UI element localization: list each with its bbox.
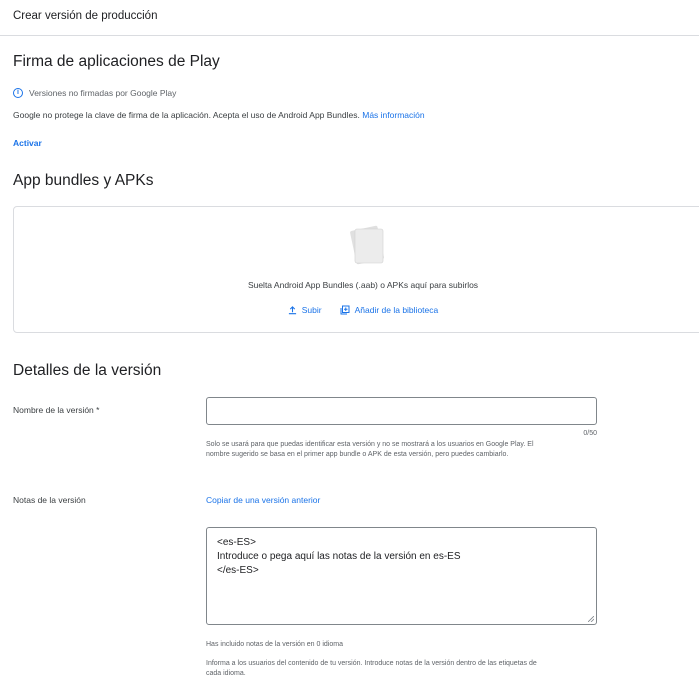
bundles-heading: App bundles y APKs bbox=[13, 172, 154, 189]
signing-heading: Firma de aplicaciones de Play bbox=[13, 53, 220, 70]
notes-help-line-1: Informa a los usuarios del contenido de … bbox=[206, 660, 537, 667]
library-icon bbox=[340, 305, 350, 315]
notes-line-3: </es-ES> bbox=[217, 565, 259, 576]
page-title: Crear versión de producción bbox=[13, 10, 158, 22]
notes-language-count: Has incluido notas de la versión en 0 id… bbox=[206, 641, 343, 648]
release-name-help-line-1: Solo se usará para que puedas identifica… bbox=[206, 441, 534, 448]
release-name-help: Solo se usará para que puedas identifica… bbox=[206, 440, 534, 460]
release-name-input[interactable] bbox=[206, 397, 597, 425]
add-from-library-label: Añadir de la biblioteca bbox=[354, 305, 439, 315]
release-notes-textarea[interactable]: <es-ES> Introduce o pega aquí las notas … bbox=[206, 527, 597, 625]
add-from-library-button[interactable]: Añadir de la biblioteca bbox=[340, 305, 439, 315]
file-stack-icon bbox=[350, 225, 384, 265]
signing-status: i Versiones no firmadas por Google Play bbox=[13, 88, 176, 98]
release-name-label-text: Nombre de la versión bbox=[13, 405, 94, 415]
notes-help: Informa a los usuarios del contenido de … bbox=[206, 659, 537, 679]
drop-actions: Subir Añadir de la biblioteca bbox=[14, 305, 699, 315]
signing-description-text: Google no protege la clave de firma de l… bbox=[13, 110, 360, 120]
resize-handle-icon[interactable] bbox=[588, 616, 594, 622]
release-name-label: Nombre de la versión * bbox=[13, 405, 99, 415]
upload-icon bbox=[288, 305, 296, 314]
more-info-link[interactable]: Más información bbox=[362, 110, 424, 120]
drop-instructions: Suelta Android App Bundles (.aab) o APKs… bbox=[247, 280, 479, 290]
signing-status-text: Versiones no firmadas por Google Play bbox=[29, 88, 177, 98]
upload-dropzone[interactable]: Suelta Android App Bundles (.aab) o APKs… bbox=[13, 206, 699, 333]
info-icon: i bbox=[13, 88, 23, 98]
release-name-counter: 0/50 bbox=[583, 430, 597, 437]
release-name-help-line-2: nombre sugerido se basa en el primer app… bbox=[206, 451, 509, 458]
notes-help-line-2: cada idioma. bbox=[206, 670, 246, 677]
required-marker: * bbox=[96, 405, 100, 415]
release-notes-label: Notas de la versión bbox=[13, 495, 86, 505]
notes-line-1: <es-ES> bbox=[217, 537, 256, 548]
upload-button[interactable]: Subir bbox=[288, 305, 322, 315]
upload-label: Subir bbox=[301, 305, 322, 315]
signing-description: Google no protege la clave de firma de l… bbox=[13, 110, 425, 120]
header-divider bbox=[0, 35, 699, 36]
copy-previous-release-link[interactable]: Copiar de una versión anterior bbox=[206, 495, 320, 505]
notes-line-2: Introduce o pega aquí las notas de la ve… bbox=[217, 551, 461, 562]
activate-link[interactable]: Activar bbox=[13, 138, 42, 148]
details-heading: Detalles de la versión bbox=[13, 362, 162, 379]
